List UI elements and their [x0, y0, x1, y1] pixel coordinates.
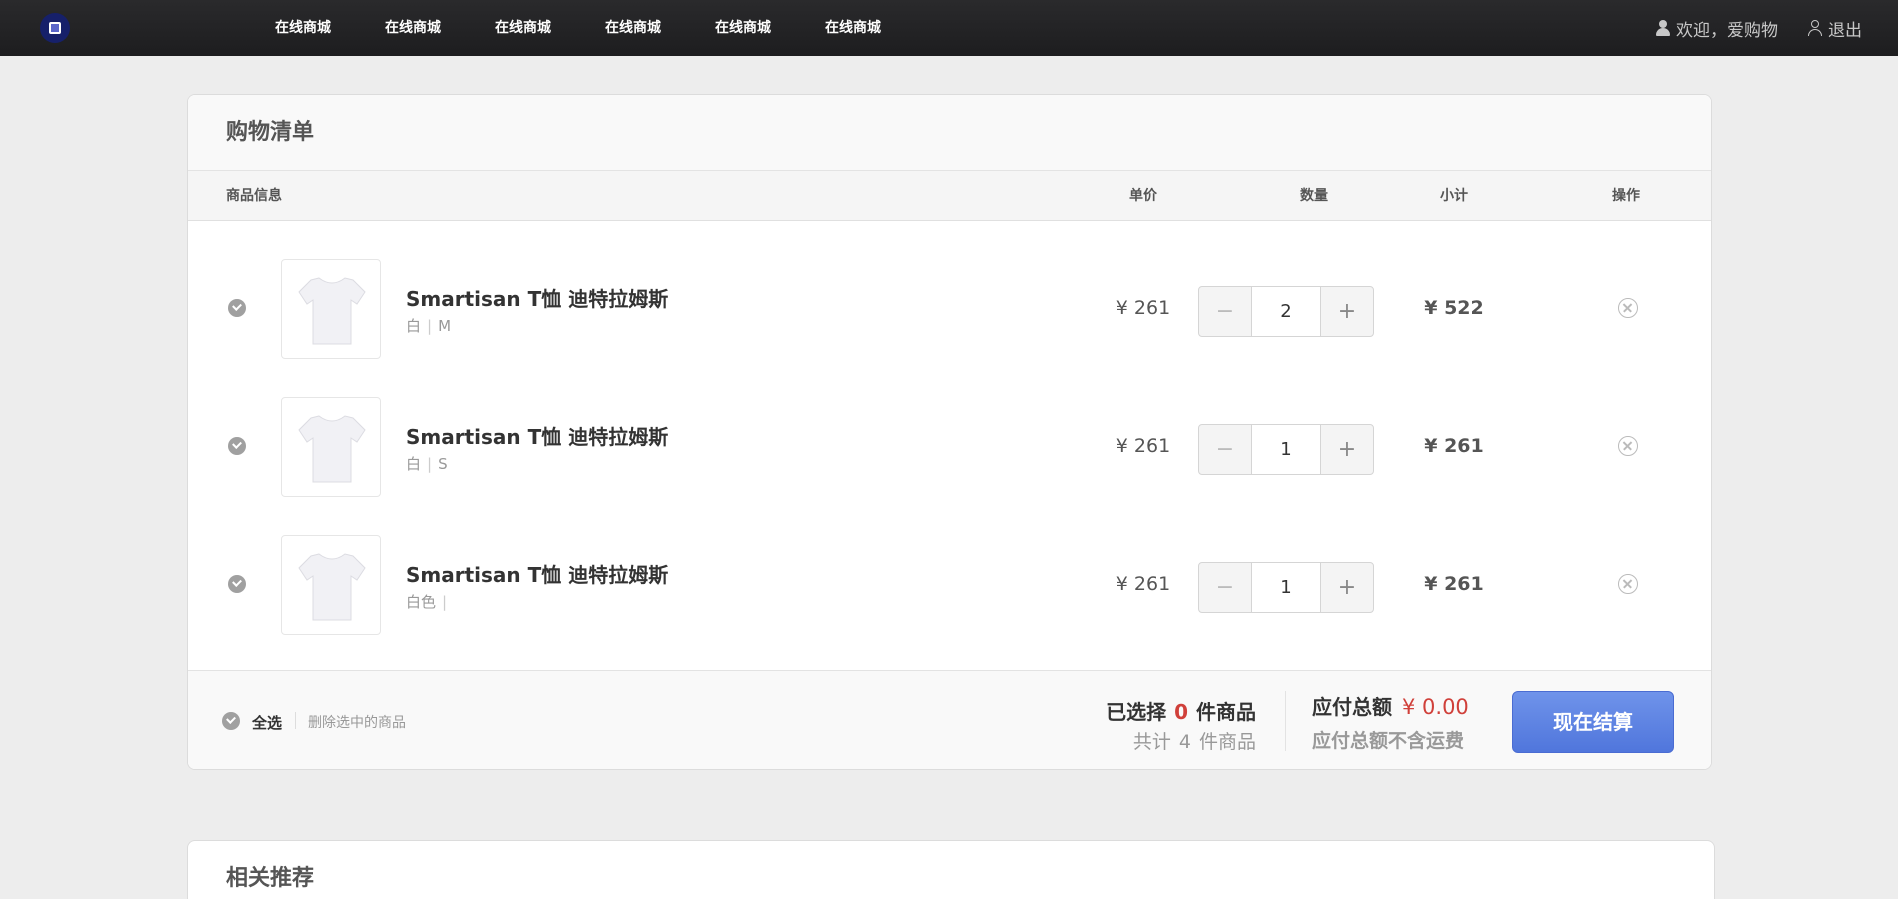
cart-item-row: Smartisan T恤 迪特拉姆斯 白 | M ¥ 261 − 2 + ¥ 522: [188, 221, 1711, 359]
decrease-qty-button[interactable]: −: [1199, 563, 1251, 612]
summary-divider: [1285, 691, 1286, 751]
amount-label: 应付总额: [1312, 695, 1392, 719]
cart-title: 购物清单: [188, 95, 1711, 171]
nav-item[interactable]: 在线商城: [825, 0, 935, 56]
nav-item[interactable]: 在线商城: [275, 0, 385, 56]
cart-item-row: Smartisan T恤 迪特拉姆斯 白 | S ¥ 261 − 1 + ¥ 261: [188, 359, 1711, 497]
product-attributes: 白 | S: [406, 455, 448, 473]
logout-user-icon: [1806, 19, 1824, 37]
product-name[interactable]: Smartisan T恤 迪特拉姆斯: [406, 421, 668, 450]
selected-prefix: 已选择: [1106, 700, 1167, 724]
product-color: 白色: [406, 593, 437, 611]
amount-summary: 应付总额 ¥ 0.00 应付总额不含运费: [1312, 691, 1469, 753]
footer-divider: [295, 712, 296, 729]
tshirt-image: [298, 553, 366, 621]
recommend-title: 相关推荐: [226, 866, 315, 891]
decrease-qty-button[interactable]: −: [1199, 425, 1251, 474]
user-menu: 欢迎，爱购物 退出: [1654, 0, 1862, 56]
select-all-label[interactable]: 全选: [252, 712, 282, 733]
item-subtotal: ¥ 522: [1424, 297, 1484, 319]
unit-price: ¥ 261: [1115, 435, 1171, 457]
cart-table-header: 商品信息 单价 数量 小计 操作: [188, 171, 1711, 221]
product-attributes: 白色 |: [406, 593, 448, 611]
selection-summary: 已选择 0 件商品 共计 4 件商品: [1106, 696, 1256, 754]
col-header-info: 商品信息: [226, 188, 282, 204]
store-logo-icon[interactable]: [40, 13, 70, 43]
col-header-price: 单价: [1129, 188, 1157, 204]
item-checkbox[interactable]: [228, 437, 246, 455]
product-thumbnail[interactable]: [281, 259, 381, 359]
welcome-text[interactable]: 欢迎，爱购物: [1676, 16, 1778, 41]
increase-qty-button[interactable]: +: [1321, 425, 1373, 474]
increase-qty-button[interactable]: +: [1321, 287, 1373, 336]
total-suffix: 件商品: [1198, 731, 1256, 753]
product-thumbnail[interactable]: [281, 397, 381, 497]
nav-item[interactable]: 在线商城: [385, 0, 495, 56]
item-subtotal: ¥ 261: [1424, 573, 1484, 595]
unit-price: ¥ 261: [1115, 573, 1171, 595]
user-icon: [1654, 19, 1672, 37]
item-checkbox[interactable]: [228, 299, 246, 317]
cart-item-row: Smartisan T恤 迪特拉姆斯 白色 | ¥ 261 − 1 + ¥ 261: [188, 497, 1711, 635]
delete-item-icon[interactable]: [1618, 574, 1638, 594]
total-prefix: 共计: [1132, 731, 1171, 753]
nav-item[interactable]: 在线商城: [715, 0, 825, 56]
cart-footer: 全选 删除选中的商品 已选择 0 件商品 共计 4 件商品 应付总额 ¥ 0.00 应付总…: [188, 670, 1711, 769]
product-name[interactable]: Smartisan T恤 迪特拉姆斯: [406, 283, 668, 312]
nav-item[interactable]: 在线商城: [605, 0, 715, 56]
logout-link[interactable]: 退出: [1828, 16, 1862, 41]
tshirt-image: [298, 415, 366, 483]
selected-suffix: 件商品: [1196, 700, 1256, 724]
delete-selected-link[interactable]: 删除选中的商品: [308, 712, 406, 732]
main-nav: 在线商城 在线商城 在线商城 在线商城 在线商城 在线商城: [275, 0, 935, 56]
shipping-note: 应付总额不含运费: [1312, 730, 1465, 752]
quantity-value[interactable]: 2: [1251, 287, 1321, 336]
amount-value: ¥ 0.00: [1402, 695, 1469, 719]
selected-count: 0: [1174, 700, 1188, 724]
product-name[interactable]: Smartisan T恤 迪特拉姆斯: [406, 559, 668, 588]
delete-item-icon[interactable]: [1618, 436, 1638, 456]
col-header-action: 操作: [1612, 188, 1640, 204]
delete-item-icon[interactable]: [1618, 298, 1638, 318]
total-count: 4: [1178, 731, 1191, 753]
recommend-panel: 相关推荐: [187, 840, 1715, 899]
nav-item[interactable]: 在线商城: [495, 0, 605, 56]
quantity-value[interactable]: 1: [1251, 563, 1321, 612]
quantity-stepper: − 1 +: [1198, 562, 1374, 613]
col-header-qty: 数量: [1300, 188, 1328, 204]
product-color: 白: [406, 455, 422, 473]
quantity-stepper: − 1 +: [1198, 424, 1374, 475]
item-subtotal: ¥ 261: [1424, 435, 1484, 457]
product-thumbnail[interactable]: [281, 535, 381, 635]
increase-qty-button[interactable]: +: [1321, 563, 1373, 612]
quantity-value[interactable]: 1: [1251, 425, 1321, 474]
cart-panel: 购物清单 商品信息 单价 数量 小计 操作 Smartisan T恤 迪特拉姆斯…: [187, 94, 1712, 770]
product-attributes: 白 | M: [406, 317, 452, 335]
decrease-qty-button[interactable]: −: [1199, 287, 1251, 336]
product-size: M: [438, 317, 452, 335]
product-size: S: [438, 455, 448, 473]
quantity-stepper: − 2 +: [1198, 286, 1374, 337]
checkout-button[interactable]: 现在结算: [1512, 691, 1674, 753]
tshirt-image: [298, 277, 366, 345]
col-header-subtotal: 小计: [1440, 188, 1468, 204]
top-navbar: 在线商城 在线商城 在线商城 在线商城 在线商城 在线商城 欢迎，爱购物 退出: [0, 0, 1898, 56]
product-color: 白: [406, 317, 422, 335]
select-all-checkbox[interactable]: [222, 712, 240, 730]
unit-price: ¥ 261: [1115, 297, 1171, 319]
item-checkbox[interactable]: [228, 575, 246, 593]
